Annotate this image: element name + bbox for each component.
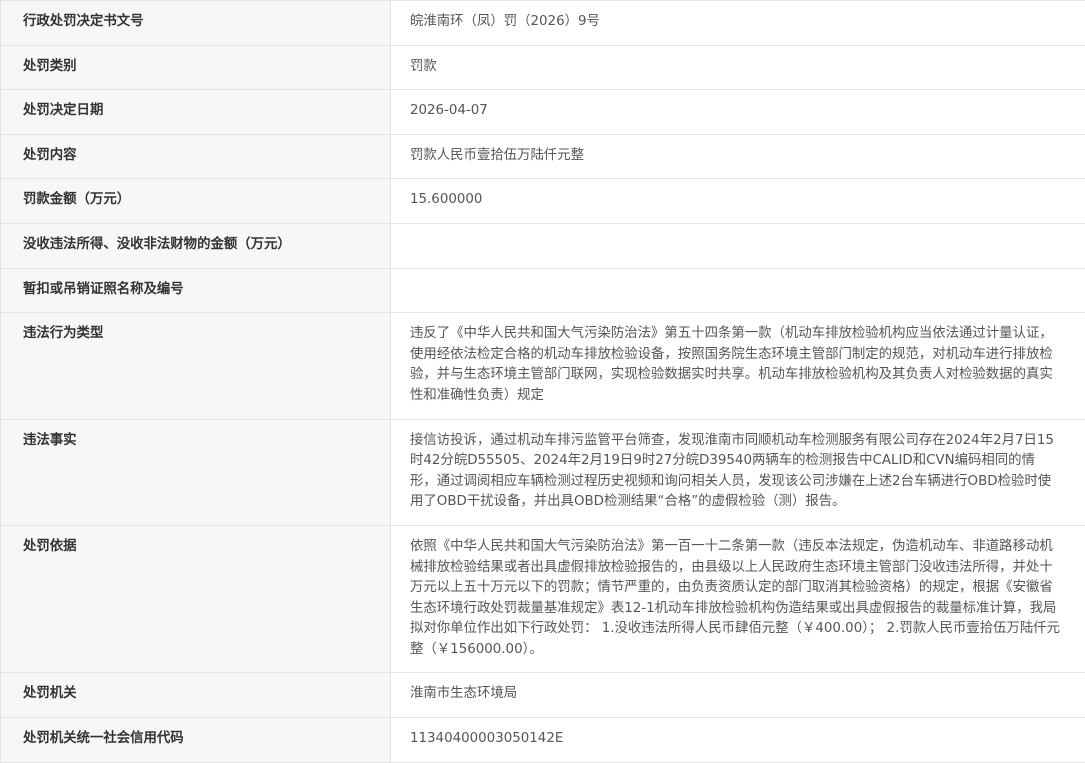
field-label-violation-facts: 违法事实: [1, 419, 391, 525]
field-value-decision-number: 皖淮南环（凤）罚（2026）9号: [391, 1, 1085, 46]
field-value-fine-amount: 15.600000: [391, 179, 1085, 224]
field-value-penalty-category: 罚款: [391, 45, 1085, 90]
field-label-license-revocation: 暂扣或吊销证照名称及编号: [1, 268, 391, 313]
field-value-penalty-content: 罚款人民币壹拾伍万陆仟元整: [391, 134, 1085, 179]
field-label-violation-type: 违法行为类型: [1, 313, 391, 419]
table-row: 处罚内容 罚款人民币壹拾伍万陆仟元整: [1, 134, 1085, 179]
field-value-penalty-authority: 淮南市生态环境局: [391, 673, 1085, 718]
table-row: 暂扣或吊销证照名称及编号: [1, 268, 1085, 313]
field-value-violation-type: 违反了《中华人民共和国大气污染防治法》第五十四条第一款（机动车排放检验机构应当依…: [391, 313, 1085, 419]
field-value-confiscation-amount: [391, 223, 1085, 268]
table-row: 违法事实 接信访投诉，通过机动车排污监管平台筛查，发现淮南市同顺机动车检测服务有…: [1, 419, 1085, 525]
table-row: 违法行为类型 违反了《中华人民共和国大气污染防治法》第五十四条第一款（机动车排放…: [1, 313, 1085, 419]
table-row: 处罚依据 依照《中华人民共和国大气污染防治法》第一百一十二条第一款（违反本法规定…: [1, 525, 1085, 673]
field-label-penalty-content: 处罚内容: [1, 134, 391, 179]
field-label-confiscation-amount: 没收违法所得、没收非法财物的金额（万元）: [1, 223, 391, 268]
table-row: 没收违法所得、没收非法财物的金额（万元）: [1, 223, 1085, 268]
field-label-decision-number: 行政处罚决定书文号: [1, 1, 391, 46]
field-value-penalty-basis: 依照《中华人民共和国大气污染防治法》第一百一十二条第一款（违反本法规定，伪造机动…: [391, 525, 1085, 673]
table-row: 罚款金额（万元） 15.600000: [1, 179, 1085, 224]
field-label-penalty-authority: 处罚机关: [1, 673, 391, 718]
field-value-license-revocation: [391, 268, 1085, 313]
penalty-info-table: 行政处罚决定书文号 皖淮南环（凤）罚（2026）9号 处罚类别 罚款 处罚决定日…: [0, 0, 1085, 763]
table-row: 处罚决定日期 2026-04-07: [1, 90, 1085, 135]
field-label-fine-amount: 罚款金额（万元）: [1, 179, 391, 224]
table-row: 处罚类别 罚款: [1, 45, 1085, 90]
field-value-violation-facts: 接信访投诉，通过机动车排污监管平台筛查，发现淮南市同顺机动车检测服务有限公司存在…: [391, 419, 1085, 525]
field-label-decision-date: 处罚决定日期: [1, 90, 391, 135]
field-label-penalty-basis: 处罚依据: [1, 525, 391, 673]
table-row: 行政处罚决定书文号 皖淮南环（凤）罚（2026）9号: [1, 1, 1085, 46]
table-row: 处罚机关 淮南市生态环境局: [1, 673, 1085, 718]
field-label-penalty-category: 处罚类别: [1, 45, 391, 90]
field-value-decision-date: 2026-04-07: [391, 90, 1085, 135]
